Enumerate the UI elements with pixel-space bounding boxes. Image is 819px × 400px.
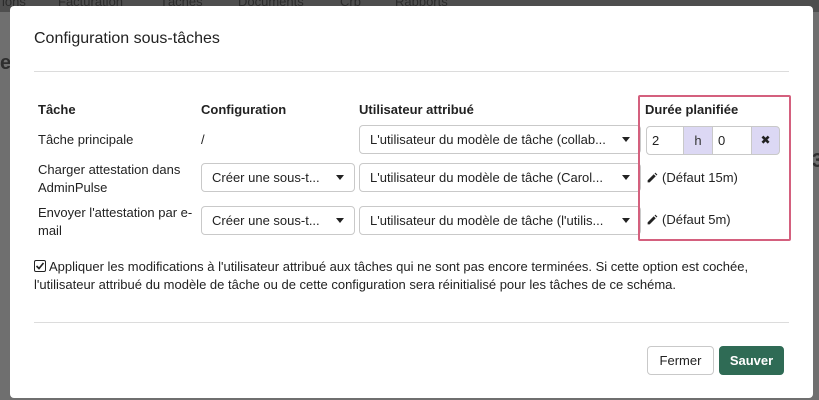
duration-input-group: 2 h 0 ✖ — [646, 126, 780, 155]
chevron-down-icon — [622, 137, 630, 142]
footer-divider — [34, 322, 789, 323]
apply-changes-option[interactable]: Appliquer les modifications à l'utilisat… — [34, 258, 786, 294]
configuration-static: / — [201, 132, 205, 147]
task-name: Charger attestation dans AdminPulse — [38, 162, 181, 195]
task-name: Tâche principale — [38, 132, 134, 147]
close-button[interactable]: Fermer — [647, 346, 714, 375]
configuration-select[interactable]: Créer une sous-t... — [201, 206, 355, 235]
duration-hours-input[interactable]: 2 — [646, 126, 684, 155]
apply-changes-label: Appliquer les modifications à l'utilisat… — [34, 259, 749, 292]
header-divider — [34, 71, 789, 72]
column-header-task: Tâche — [38, 102, 76, 117]
select-value: Créer une sous-t... — [212, 170, 320, 185]
assigned-user-select[interactable]: L'utilisateur du modèle de tâche (l'util… — [359, 206, 641, 235]
default-duration-label: (Défaut 15m) — [662, 170, 738, 185]
column-header-planned-duration: Durée planifiée — [645, 102, 739, 117]
save-button[interactable]: Sauver — [719, 346, 784, 375]
chevron-down-icon — [622, 175, 630, 180]
assigned-user-select[interactable]: L'utilisateur du modèle de tâche (collab… — [359, 125, 641, 154]
chevron-down-icon — [336, 218, 344, 223]
chevron-down-icon — [336, 175, 344, 180]
hours-unit-label: h — [683, 126, 713, 155]
clear-duration-button[interactable]: ✖ — [751, 126, 780, 155]
checkbox-checked-icon[interactable] — [34, 260, 46, 272]
assigned-user-select[interactable]: L'utilisateur du modèle de tâche (Carol.… — [359, 163, 641, 192]
pencil-icon — [647, 214, 658, 225]
bg-stub-right: 3 — [812, 150, 819, 172]
close-icon: ✖ — [760, 133, 771, 147]
duration-minutes-input[interactable]: 0 — [712, 126, 752, 155]
pencil-icon — [647, 172, 658, 183]
task-name: Envoyer l'attestation par e-mail — [38, 205, 193, 238]
column-header-configuration: Configuration — [201, 102, 287, 117]
modal-title: Configuration sous-tâches — [34, 30, 220, 47]
column-header-assigned-user: Utilisateur attribué — [359, 102, 474, 117]
select-value: L'utilisateur du modèle de tâche (l'util… — [370, 213, 604, 228]
select-value: L'utilisateur du modèle de tâche (Carol.… — [370, 170, 603, 185]
edit-duration-link[interactable]: (Défaut 5m) — [646, 211, 731, 229]
default-duration-label: (Défaut 5m) — [662, 212, 731, 227]
subtask-config-modal: Configuration sous-tâches Tâche Configur… — [10, 6, 813, 398]
chevron-down-icon — [622, 218, 630, 223]
select-value: L'utilisateur du modèle de tâche (collab… — [370, 132, 606, 147]
select-value: Créer une sous-t... — [212, 213, 320, 228]
configuration-select[interactable]: Créer une sous-t... — [201, 163, 355, 192]
edit-duration-link[interactable]: (Défaut 15m) — [646, 169, 738, 187]
